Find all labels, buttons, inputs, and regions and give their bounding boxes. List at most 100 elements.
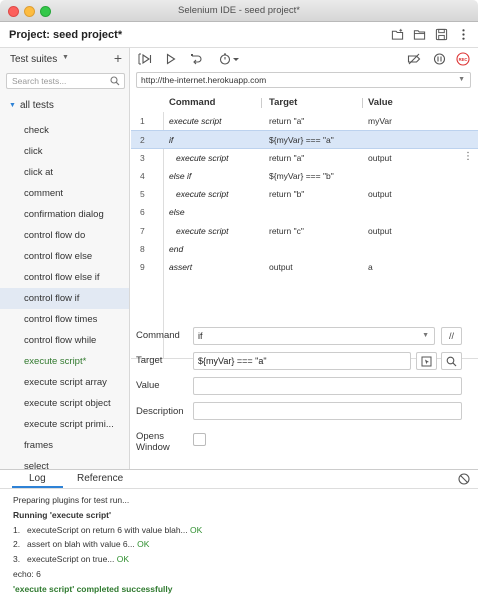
log-panel: Log Reference Preparing plugins for test… [0, 469, 478, 600]
log-output: Preparing plugins for test run... Runnin… [13, 493, 473, 597]
chevron-down-icon[interactable]: ▼ [62, 54, 69, 61]
test-item[interactable]: control flow if [0, 288, 129, 309]
opens-window-label-1: Opens [136, 431, 164, 442]
base-url-field[interactable]: ▼ [136, 72, 471, 88]
table-row[interactable]: 7 execute script return "c" output [131, 222, 478, 240]
tree-root-label: all tests [19, 100, 54, 111]
chevron-down-icon[interactable]: ▼ [458, 76, 465, 83]
row-value: output [368, 189, 392, 200]
search-icon[interactable] [110, 76, 120, 88]
header-value: Value [368, 97, 393, 108]
row-number: 7 [140, 225, 145, 236]
column-divider[interactable] [362, 98, 363, 108]
opens-window-checkbox[interactable] [193, 433, 206, 446]
table-row[interactable]: 9 assert output a [131, 258, 478, 276]
more-options-icon[interactable] [457, 28, 470, 41]
table-row[interactable]: 4 else if ${myVar} === "b" [131, 167, 478, 185]
test-item[interactable]: execute script object [0, 393, 129, 414]
main-panel: REC ▼ Command Target Value 1 execute scri… [131, 48, 478, 469]
comment-toggle-button[interactable]: // [441, 327, 462, 345]
test-item[interactable]: click at [0, 162, 129, 183]
suite-selector[interactable]: Test suites ▼ + [0, 48, 129, 71]
test-item[interactable]: comment [0, 183, 129, 204]
description-field[interactable] [193, 402, 462, 420]
test-item[interactable]: control flow else if [0, 267, 129, 288]
disable-breakpoints-icon[interactable] [407, 53, 421, 67]
description-input[interactable] [194, 403, 461, 419]
row-number: 9 [140, 262, 145, 273]
table-row[interactable]: 2 if ${myVar} === "a" [131, 130, 478, 149]
test-item[interactable]: control flow times [0, 309, 129, 330]
step-over-icon[interactable] [190, 53, 204, 67]
test-item[interactable]: select [0, 456, 129, 469]
pause-on-exceptions-icon[interactable] [433, 53, 446, 67]
row-command: assert [169, 262, 193, 273]
command-input[interactable] [194, 328, 434, 344]
run-test-icon[interactable] [165, 53, 177, 67]
log-step-text: executeScript on true... [27, 554, 115, 565]
window-titlebar: Selenium IDE - seed project* [0, 0, 478, 22]
column-divider[interactable] [261, 98, 262, 108]
value-field[interactable] [193, 377, 462, 395]
new-project-icon[interactable] [391, 28, 404, 41]
test-item[interactable]: control flow while [0, 330, 129, 351]
row-target: output [269, 262, 293, 273]
test-item[interactable]: check [0, 120, 129, 141]
row-menu-icon[interactable]: ⋮ [463, 151, 473, 162]
tab-log[interactable]: Log [29, 473, 46, 484]
log-line: Preparing plugins for test run... [13, 495, 130, 505]
test-item[interactable]: execute script* [0, 351, 129, 372]
add-test-button[interactable]: + [114, 50, 122, 66]
log-success: 'execute script' completed successfully [13, 583, 173, 594]
test-item[interactable]: control flow else [0, 246, 129, 267]
test-item[interactable]: click [0, 141, 129, 162]
base-url-input[interactable] [137, 73, 447, 87]
find-target-button[interactable] [441, 352, 462, 370]
log-ok: OK [190, 524, 203, 535]
select-target-button[interactable] [416, 352, 437, 370]
table-row[interactable]: 8 end [131, 240, 478, 258]
row-number: 2 [140, 135, 145, 146]
project-name[interactable]: Project: seed project* [9, 29, 122, 41]
table-row[interactable]: 1 execute script return "a" myVar [131, 112, 478, 130]
target-input[interactable] [194, 353, 410, 369]
test-item[interactable]: execute script primi... [0, 414, 129, 435]
run-all-tests-icon[interactable] [138, 53, 152, 67]
open-project-icon[interactable] [413, 28, 426, 41]
window-title: Selenium IDE - seed project* [178, 5, 300, 16]
row-target: ${myVar} === "b" [269, 170, 334, 181]
row-number: 1 [140, 116, 145, 126]
table-row[interactable]: 3 execute script return "a" output ⋮ [131, 149, 478, 167]
row-number: 3 [140, 152, 145, 163]
chevron-down-icon[interactable]: ▼ [422, 332, 429, 339]
save-project-icon[interactable] [435, 28, 448, 41]
row-target: return "b" [269, 189, 305, 200]
test-item[interactable]: control flow do [0, 225, 129, 246]
command-editor: Command ▼ // Target Value Description Op… [131, 325, 478, 469]
clear-log-icon[interactable] [458, 473, 470, 487]
row-value: output [368, 152, 392, 163]
command-rows: 1 execute script return "a" myVar 2 if ${myVar… [131, 112, 478, 277]
command-label: Command [136, 330, 180, 341]
test-item[interactable]: confirmation dialog [0, 204, 129, 225]
row-number: 6 [140, 207, 145, 218]
search-tests-box[interactable] [6, 73, 125, 89]
opens-window-label-2: Window [136, 442, 170, 453]
row-value: myVar [368, 116, 392, 126]
table-row[interactable]: 6 else [131, 203, 478, 221]
tab-reference[interactable]: Reference [77, 473, 123, 484]
value-input[interactable] [194, 378, 461, 394]
project-bar: Project: seed project* [0, 22, 478, 48]
test-item[interactable]: execute script array [0, 372, 129, 393]
expand-caret-icon[interactable]: ▼ [9, 102, 16, 109]
target-field[interactable] [193, 352, 411, 370]
command-field[interactable]: ▼ [193, 327, 435, 345]
test-item[interactable]: frames [0, 435, 129, 456]
row-command: if [169, 135, 174, 146]
table-row[interactable]: 5 execute script return "b" output [131, 185, 478, 203]
suites-title[interactable]: Test suites [10, 54, 57, 65]
record-button[interactable]: REC [456, 52, 470, 68]
search-input[interactable] [7, 74, 107, 88]
speed-timer-icon[interactable] [219, 53, 241, 67]
tree-root-all-tests[interactable]: ▼ all tests [9, 100, 54, 111]
